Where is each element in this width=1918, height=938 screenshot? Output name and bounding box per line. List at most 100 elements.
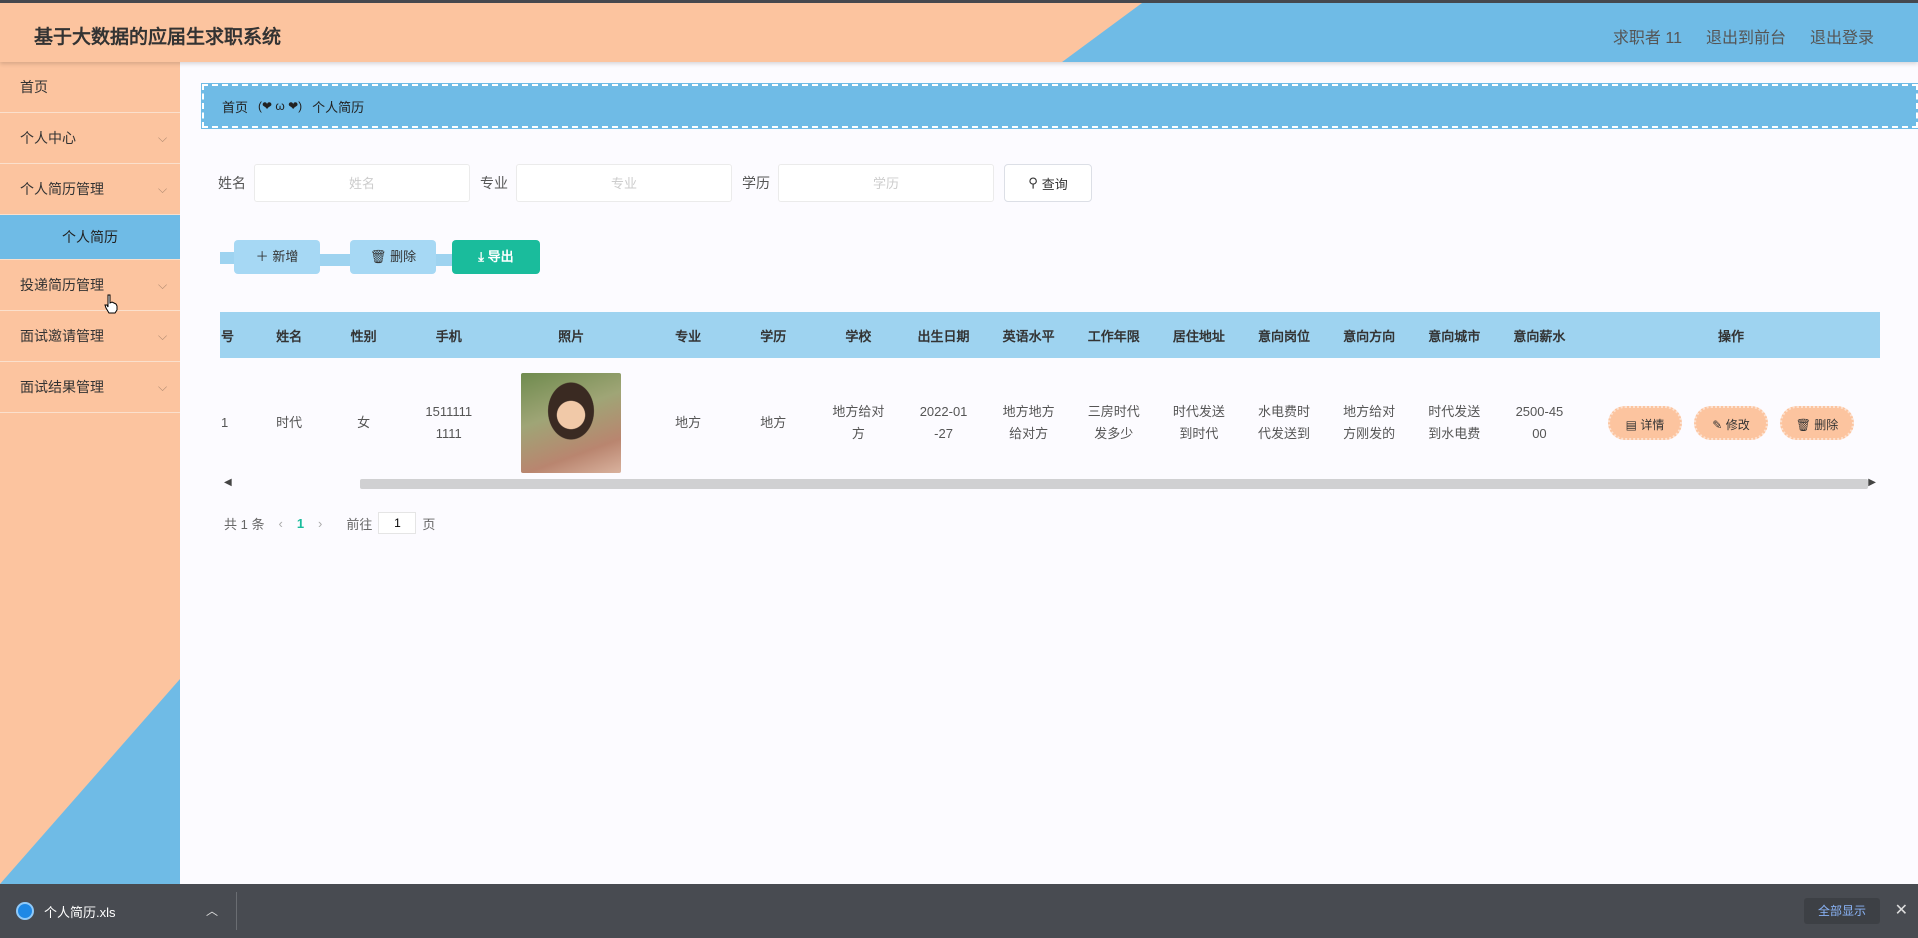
col-header: 意向方向 [1326,312,1412,358]
sidebar-item-personal-center[interactable]: 个人中心 ⌵ [0,113,180,164]
breadcrumb-home[interactable]: 首页 [222,97,248,116]
sidebar-item-interview-result[interactable]: 面试结果管理 ⌵ [0,362,180,413]
mouse-pointer-icon [104,294,118,314]
cell-english: 地方地方 给对方 [986,358,1072,488]
sidebar-item-label: 个人简历 [62,229,118,245]
cell-index: 1 [220,358,252,488]
sidebar-item-interview-invite[interactable]: 面试邀请管理 ⌵ [0,311,180,362]
batch-delete-button[interactable]: 🗑 删除 [350,240,436,274]
sidebar-item-label: 首页 [20,79,48,95]
row-delete-button[interactable]: 🗑 删除 [1780,406,1854,440]
goto-page-input[interactable] [378,512,417,534]
cell-photo [496,358,646,488]
download-icon: ⤓ [478,249,485,264]
file-icon [16,902,34,920]
show-all-button[interactable]: 全部显示 [1803,898,1880,924]
col-header: 英语水平 [986,312,1072,358]
document-icon: ▤ [1625,418,1637,432]
col-header: 出生日期 [901,312,987,358]
sidebar-item-label: 面试邀请管理 [20,328,104,344]
query-button-label: 查询 [1041,176,1068,192]
col-header: 专业 [645,312,731,358]
col-header: 学校 [815,312,901,358]
top-header: 基于大数据的应届生求职系统 求职者 11 退出到前台 退出登录 [0,0,1918,62]
sidebar-item-resume[interactable]: 个人简历 [0,215,180,260]
breadcrumb: 首页 (❤ ω ❤) 个人简历 [201,83,1918,129]
scroll-right-icon[interactable]: ▶ [1868,477,1876,488]
scrollbar-thumb[interactable] [360,479,1868,489]
edit-button[interactable]: ✎ 修改 [1694,406,1768,440]
plus-icon: ＋ [255,249,269,264]
page-unit-label: 页 [422,516,436,532]
download-bar: 个人简历.xls ︿ 全部显示 ✕ [0,884,1918,938]
sidebar-item-resume-manage[interactable]: 个人简历管理 ⌵ [0,164,180,215]
col-header: 意向岗位 [1241,312,1327,358]
name-input[interactable] [254,164,470,202]
sidebar-item-label: 个人中心 [20,130,76,146]
col-header: 号 [220,312,252,358]
app-title: 基于大数据的应届生求职系统 [34,27,282,48]
cell-operations: ▤ 详情 ✎ 修改 🗑 删除 [1582,358,1880,488]
total-count: 共 1 条 [224,516,265,532]
download-filename: 个人简历.xls [44,904,116,920]
cell-name: 时代 [251,358,327,488]
row-delete-button-label: 删除 [1814,418,1839,432]
major-input[interactable] [516,164,732,202]
cell-gender: 女 [326,358,401,488]
sidebar-item-label: 面试结果管理 [20,379,104,395]
scroll-left-icon[interactable]: ◀ [224,477,232,488]
cell-city: 时代发送 到水电费 [1411,358,1497,488]
education-input[interactable] [778,164,994,202]
export-button-label: 导出 [487,249,514,264]
add-button-label: 新增 [272,249,299,264]
exit-to-front-link[interactable]: 退出到前台 [1706,24,1786,48]
search-icon: ⚲ [1028,175,1038,190]
chevron-up-icon[interactable]: ︿ [206,902,218,919]
download-item[interactable]: 个人简历.xls [16,884,116,938]
cell-work-years: 三房时代 发多少 [1071,358,1157,488]
add-button[interactable]: ＋ 新增 [234,240,320,274]
cell-school: 地方给对 方 [815,358,901,488]
col-header: 工作年限 [1071,312,1157,358]
chevron-down-icon: ⌵ [158,380,168,394]
resume-table: 号 姓名 性别 手机 照片 专业 学历 学校 出生日期 英语水平 工作年限 居住… [220,312,1880,488]
main-content: 首页 (❤ ω ❤) 个人简历 姓名 专业 学历 ⚲ 查询 ＋ 新增 🗑 删除 … [180,62,1918,884]
trash-icon: 🗑 [1795,418,1811,432]
logout-link[interactable]: 退出登录 [1810,24,1874,48]
sidebar-decoration [0,679,180,884]
major-label: 专业 [480,175,508,191]
breadcrumb-current: 个人简历 [312,99,365,115]
search-form: 姓名 专业 学历 ⚲ 查询 [218,164,1092,202]
col-header: 意向薪水 [1496,312,1582,358]
pagination: 共 1 条 ‹ 1 › 前往 页 [224,512,435,534]
col-header: 操作 [1582,312,1880,358]
detail-button[interactable]: ▤ 详情 [1608,406,1682,440]
sidebar-item-home[interactable]: 首页 [0,62,180,113]
chevron-down-icon: ⌵ [158,329,168,343]
horizontal-scrollbar[interactable]: ◀ ▶ [220,476,1880,490]
resume-photo[interactable] [521,373,622,473]
col-header: 手机 [400,312,497,358]
query-button[interactable]: ⚲ 查询 [1004,164,1092,202]
export-button[interactable]: ⤓ 导出 [452,240,540,274]
name-label: 姓名 [218,175,246,191]
close-icon[interactable]: ✕ [1895,900,1908,920]
cell-address: 时代发送 到时代 [1156,358,1242,488]
sidebar: 首页 个人中心 ⌵ 个人简历管理 ⌵ 个人简历 投递简历管理 ⌵ 面试邀请管理 … [0,62,180,884]
page-number[interactable]: 1 [297,516,304,531]
education-label: 学历 [742,175,770,191]
sidebar-item-delivery-manage[interactable]: 投递简历管理 ⌵ [0,260,180,311]
col-header: 学历 [730,312,816,358]
divider [236,892,237,930]
trash-icon: 🗑 [369,249,387,264]
col-header: 姓名 [251,312,327,358]
prev-page-icon[interactable]: ‹ [278,516,282,531]
next-page-icon[interactable]: › [318,516,322,531]
cell-job: 水电费时 代发送到 [1241,358,1327,488]
pencil-icon: ✎ [1712,418,1723,432]
chevron-up-icon: ⌵ [158,182,168,196]
delete-button-label: 删除 [390,249,417,264]
user-label[interactable]: 求职者 11 [1613,24,1682,48]
cell-major: 地方 [645,358,731,488]
goto-label: 前往 [346,516,373,532]
